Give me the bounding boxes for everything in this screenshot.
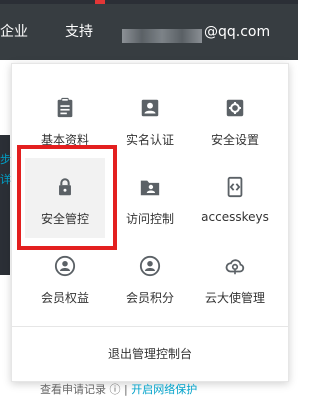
bg-char: 详 bbox=[0, 173, 11, 186]
menu-item-member-points[interactable]: 会员积分 bbox=[110, 237, 190, 317]
menu-item-access-control[interactable]: 访问控制 bbox=[110, 158, 190, 238]
cloud-icon bbox=[225, 259, 245, 275]
account-email[interactable]: @qq.com bbox=[204, 4, 270, 60]
annotation-highlight-box bbox=[17, 145, 117, 250]
redacted-account-name bbox=[122, 29, 202, 43]
id-card-icon bbox=[57, 97, 73, 118]
menu-item-label: 云大使管理 bbox=[204, 291, 265, 305]
background-bottom-text: 查看申请记录 ⓘ | 开启网络保护 bbox=[40, 383, 198, 396]
menu-item-accesskeys[interactable]: accesskeys bbox=[195, 158, 275, 238]
bg-char: 步 bbox=[0, 153, 11, 166]
nav-support[interactable]: 支持 bbox=[65, 4, 93, 60]
member-points-icon bbox=[139, 255, 161, 277]
menu-item-label: 安全设置 bbox=[210, 133, 259, 147]
nav-enterprise[interactable]: 企业 bbox=[0, 4, 28, 60]
gear-icon bbox=[226, 99, 244, 117]
top-navigation-bar: 企业 支持 @qq.com bbox=[0, 4, 298, 60]
menu-item-security-settings[interactable]: 安全设置 bbox=[195, 79, 275, 159]
logout-console-button[interactable]: 退出管理控制台 bbox=[12, 327, 288, 381]
menu-item-real-name[interactable]: 实名认证 bbox=[110, 79, 190, 159]
background-left-text: 步 详 bbox=[0, 150, 11, 190]
code-icon bbox=[227, 176, 243, 198]
person-badge-icon bbox=[141, 99, 159, 117]
menu-item-cloud-ambassador[interactable]: 云大使管理 bbox=[195, 237, 275, 317]
user-folder-icon bbox=[140, 180, 160, 196]
member-icon bbox=[54, 255, 76, 277]
menu-item-label: accesskeys bbox=[201, 210, 269, 224]
